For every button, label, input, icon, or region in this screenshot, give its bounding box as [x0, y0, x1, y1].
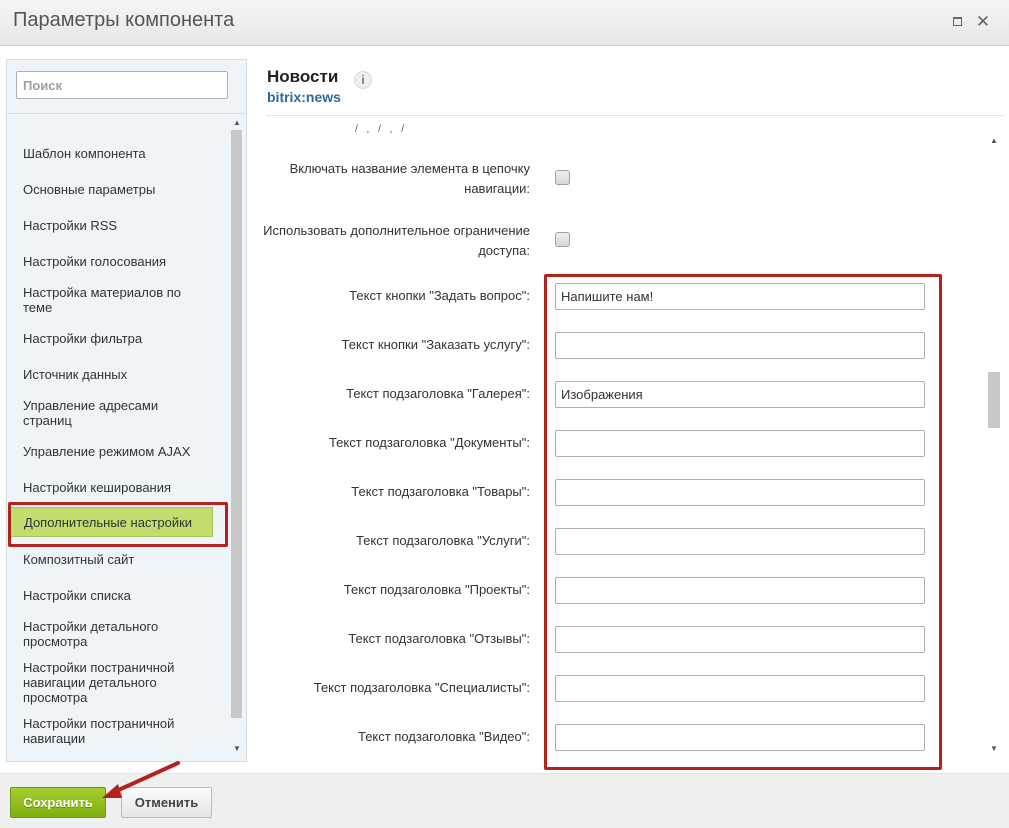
sidebar-item[interactable]: Композитный сайт	[23, 552, 203, 567]
component-title: Новости	[267, 67, 339, 86]
sidebar-item[interactable]: Управление адресами страниц	[23, 398, 203, 428]
setting-label: Включать название элемента в цепочку нав…	[289, 161, 530, 196]
sidebar-item[interactable]: Настройка материалов по теме	[23, 285, 203, 315]
sidebar-item[interactable]: Источник данных	[23, 367, 203, 382]
sidebar-item[interactable]: Настройки детального просмотра	[23, 619, 203, 649]
component-code: bitrix:news	[267, 89, 341, 105]
setting-label: Текст подзаголовка "Проекты":	[343, 582, 530, 597]
info-icon[interactable]: i	[354, 71, 372, 89]
setting-label: Использовать дополнительное ограничение …	[263, 223, 530, 258]
setting-label: Текст подзаголовка "Товары":	[351, 484, 530, 499]
window-title: Параметры компонента	[13, 9, 235, 31]
clipped-row-text: / , / , /	[355, 124, 408, 134]
content-scrollbar-thumb[interactable]	[988, 372, 1000, 428]
sidebar-item[interactable]: Настройки постраничной навигации детальн…	[23, 660, 203, 705]
setting-checkbox[interactable]	[555, 170, 570, 185]
sidebar-item[interactable]: Настройки списка	[23, 588, 203, 603]
setting-label: Текст кнопки "Задать вопрос":	[349, 288, 530, 303]
sidebar-item[interactable]: Настройки постраничной навигации	[23, 716, 203, 746]
scroll-up-icon[interactable]: ▲	[231, 118, 243, 128]
setting-label: Текст подзаголовка "Услуги":	[355, 533, 530, 548]
setting-label: Текст подзаголовка "Видео":	[357, 729, 530, 744]
search-input[interactable]	[16, 71, 228, 99]
sidebar-item[interactable]: Шаблон компонента	[23, 146, 203, 161]
scroll-down-icon[interactable]: ▼	[988, 744, 1000, 754]
setting-label: Текст подзаголовка "Специалисты":	[313, 680, 530, 695]
setting-label: Текст кнопки "Заказать услугу":	[341, 337, 530, 352]
sidebar-item[interactable]: Настройки RSS	[23, 218, 203, 233]
window-titlebar: Параметры компонента ✕	[0, 0, 1009, 46]
sidebar-item[interactable]: Управление режимом AJAX	[23, 444, 203, 459]
setting-label: Текст подзаголовка "Документы":	[328, 435, 530, 450]
sidebar-item[interactable]: Настройки фильтра	[23, 331, 203, 346]
maximize-icon[interactable]	[948, 13, 966, 31]
sidebar-search-area	[7, 60, 246, 114]
setting-checkbox[interactable]	[555, 232, 570, 247]
scroll-up-icon[interactable]: ▲	[988, 136, 1000, 146]
save-button[interactable]: Сохранить	[10, 787, 106, 818]
sidebar-item[interactable]: Настройки голосования	[23, 254, 203, 269]
header-divider	[266, 115, 1003, 116]
text-fields-highlight-frame	[544, 274, 942, 770]
content-scrollbar[interactable]: ▲ ▼	[986, 130, 1002, 758]
active-item-highlight-frame	[8, 502, 228, 547]
setting-label: Текст подзаголовка "Отзывы":	[348, 631, 530, 646]
close-icon[interactable]: ✕	[974, 13, 992, 31]
sidebar-item[interactable]: Основные параметры	[23, 182, 203, 197]
sidebar-item[interactable]: Настройки кеширования	[23, 480, 203, 495]
setting-label: Текст подзаголовка "Галерея":	[346, 386, 530, 401]
pointer-arrow-icon	[102, 761, 180, 798]
